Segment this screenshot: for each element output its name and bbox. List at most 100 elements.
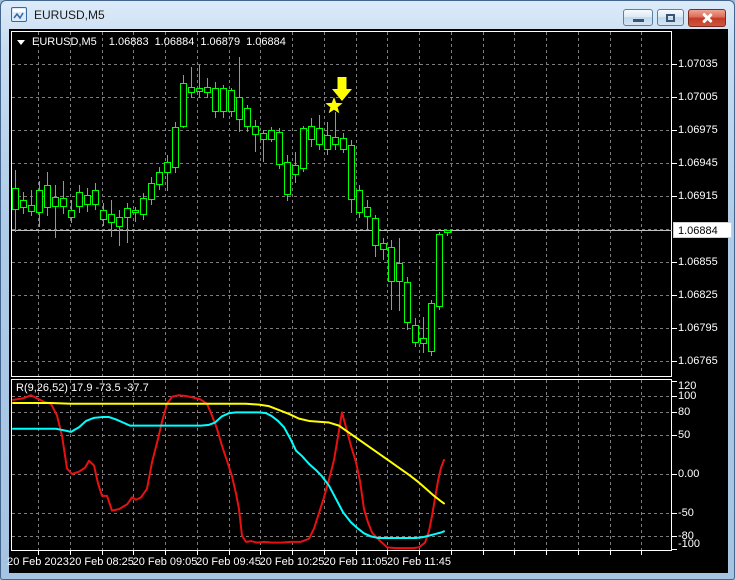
vertical-gridline [387, 380, 389, 550]
price-axis-label: 1.06975 [678, 123, 718, 136]
vertical-gridline [450, 380, 452, 550]
horizontal-gridline [12, 195, 671, 197]
time-axis-tick [133, 551, 135, 555]
candle-body [444, 230, 451, 233]
candle-body [300, 127, 307, 170]
price-axis-tick [672, 96, 677, 98]
candle-body [228, 90, 235, 113]
time-axis-tick [514, 551, 516, 555]
indicator-axis-tick [672, 396, 677, 397]
vertical-gridline [165, 32, 166, 376]
vertical-gridline [292, 380, 293, 550]
minimize-button[interactable] [623, 9, 653, 26]
chart-client-area[interactable]: 1.07035 1.07005 1.06975 1.06945 1.06915 1.068… [7, 29, 732, 573]
vertical-gridline [482, 380, 484, 550]
horizontal-gridline [12, 129, 671, 131]
vertical-gridline [514, 32, 516, 376]
candle-body [364, 206, 371, 217]
symbol-dropdown-icon[interactable] [17, 39, 25, 45]
vertical-gridline [514, 380, 516, 550]
price-axis-tick [672, 162, 677, 164]
time-axis-tick [165, 551, 166, 555]
time-axis-tick [196, 551, 198, 555]
time-axis-tick [260, 551, 262, 555]
indicator-axis-tick [672, 435, 677, 436]
title-bar[interactable]: EURUSD,M5 [1, 1, 734, 29]
chart-window-icon [11, 7, 28, 24]
time-axis-label: 20 Feb 08:25 [69, 556, 134, 568]
candle-body [60, 198, 67, 207]
indicator-axis-tick [672, 536, 677, 538]
indicator-axis-tick [672, 411, 677, 413]
time-axis-label: 20 Feb 11:45 [386, 556, 452, 568]
indicator-axis-tick [672, 474, 677, 475]
time-axis-label: 20 Feb 09:05 [132, 556, 198, 568]
candle-body [156, 171, 163, 185]
time-axis-tick [482, 551, 484, 555]
restore-button[interactable] [657, 9, 684, 26]
header-open: 1.06883 [108, 36, 149, 48]
header-low: 1.06879 [200, 36, 241, 48]
vertical-gridline [450, 32, 452, 376]
price-axis-label: 1.06765 [678, 354, 718, 367]
candle-body [372, 217, 379, 247]
time-axis-tick [577, 551, 579, 555]
candle-body [76, 191, 83, 207]
vertical-gridline [323, 380, 325, 550]
candle-body [268, 129, 275, 140]
candle-body [244, 107, 251, 127]
price-axis-tick [672, 195, 677, 197]
vertical-gridline [355, 380, 357, 550]
vertical-gridline [641, 32, 643, 376]
close-button[interactable] [688, 9, 726, 27]
candle-body [28, 204, 35, 213]
candle-body [412, 324, 419, 344]
header-symbol: EURUSD,M5 [32, 36, 97, 48]
price-axis-label: 1.06825 [678, 288, 718, 301]
indicator-header: R(9,26,52) 17.9 -73.5 -37.7 [16, 382, 149, 394]
horizontal-gridline [12, 396, 671, 397]
vertical-gridline [387, 32, 389, 376]
indicator-axis-label: 100 [678, 390, 697, 402]
time-axis-label: 20 Feb 10:25 [259, 556, 325, 568]
candle-body [36, 190, 43, 214]
candle-wick [191, 67, 192, 98]
time-axis-tick [609, 551, 611, 555]
candle-body [132, 210, 139, 214]
time-axis-tick [101, 551, 103, 555]
price-axis-tick [672, 327, 677, 329]
indicator-axis-label: -50 [678, 507, 694, 519]
indicator-axis-tick [672, 381, 677, 382]
indicator-axis-label: 50 [678, 429, 691, 441]
horizontal-gridline [12, 411, 671, 413]
candle-body [108, 213, 115, 224]
candle-body [180, 82, 187, 127]
vertical-gridline [609, 32, 611, 376]
time-axis-label: 20 Feb 2023 [7, 556, 69, 568]
horizontal-gridline [12, 261, 671, 263]
vertical-gridline [196, 32, 198, 376]
candle-body [420, 337, 427, 345]
time-axis-tick [69, 551, 71, 555]
candle-body [44, 184, 51, 208]
vertical-gridline [482, 32, 484, 376]
candle-body [20, 200, 27, 208]
candle-body [212, 88, 219, 113]
candle-body [148, 182, 155, 201]
time-axis-tick [641, 551, 643, 555]
mt4-chart-window: EURUSD,M5 1.07035 1.07005 1.06975 1.06945 1.… [0, 0, 735, 580]
time-axis-tick [292, 551, 293, 555]
candle-body [140, 198, 147, 215]
indicator-panel [11, 379, 672, 551]
candle-body [324, 135, 331, 150]
candle-body [252, 125, 259, 136]
vertical-gridline [577, 32, 579, 376]
candle-body [396, 263, 403, 282]
indicator-axis-tick [672, 549, 677, 550]
candle-body [100, 210, 107, 221]
vertical-gridline [641, 380, 643, 550]
vertical-gridline [292, 32, 293, 376]
candle-wick [199, 65, 200, 98]
vertical-gridline [228, 32, 230, 376]
vertical-gridline [260, 380, 262, 550]
